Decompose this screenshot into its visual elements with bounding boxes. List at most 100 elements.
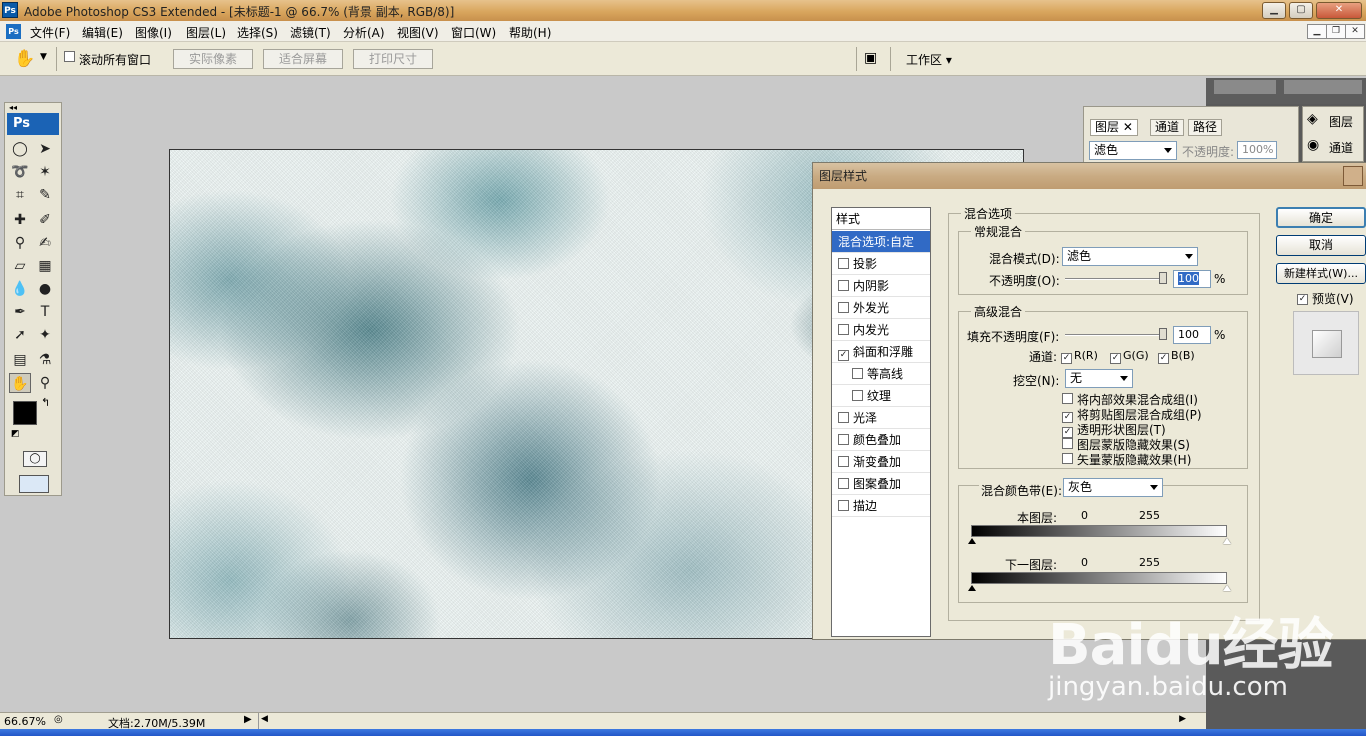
dodge-icon[interactable]: ● [34, 279, 56, 299]
screen-mode-icon[interactable] [19, 475, 49, 493]
layers-panel-icon[interactable]: ◈ [1307, 111, 1318, 127]
style-item-checkbox[interactable] [838, 434, 849, 445]
bridge-icon[interactable]: ▣ [864, 50, 877, 66]
tab-paths[interactable]: 路径 [1188, 119, 1223, 136]
checkbox-box[interactable] [1062, 393, 1073, 404]
crop-icon[interactable]: ⌗ [9, 185, 31, 205]
style-item-checkbox[interactable] [852, 390, 863, 401]
tab-channels[interactable]: 通道 [1150, 119, 1185, 136]
style-item-checkbox[interactable] [838, 324, 849, 335]
layer-opacity-field[interactable]: 100% [1237, 141, 1277, 159]
zoom-options-icon[interactable]: ◎ [54, 714, 63, 725]
channel-b-checkbox[interactable]: ✓ [1158, 349, 1169, 364]
menu-help[interactable]: 帮助(H) [509, 24, 551, 41]
status-menu-arrow-icon[interactable]: ▶ [244, 714, 252, 725]
notes-icon[interactable]: ▤ [9, 350, 31, 370]
tab-layers[interactable]: 图层 ✕ [1090, 119, 1138, 136]
style-item-checkbox[interactable] [838, 280, 849, 291]
layer-blend-mode-select[interactable]: 滤色 [1089, 141, 1177, 160]
style-item[interactable]: 图案叠加 [832, 473, 930, 495]
channel-r-checkbox[interactable]: ✓ [1061, 349, 1072, 364]
ok-button[interactable]: 确定 [1276, 207, 1366, 228]
minimize-icon[interactable]: ▁ [1262, 2, 1286, 19]
horizontal-scrollbar[interactable]: ◀ ▶ [258, 713, 1188, 729]
style-item[interactable]: 混合选项:自定 [832, 231, 930, 253]
cancel-button[interactable]: 取消 [1276, 235, 1366, 256]
menu-image[interactable]: 图像(I) [135, 24, 172, 41]
path-select-icon[interactable]: ➚ [9, 325, 31, 345]
opacity-slider[interactable] [1065, 278, 1165, 280]
dock-grip[interactable] [1284, 80, 1362, 94]
tool-preset-dropdown-icon[interactable]: ▼ [40, 52, 47, 62]
menu-window[interactable]: 窗口(W) [451, 24, 496, 41]
dock-grip[interactable] [1214, 80, 1276, 94]
doc-minimize-icon[interactable]: ▁ [1307, 24, 1327, 39]
style-item[interactable]: 内发光 [832, 319, 930, 341]
this-layer-white-slider[interactable] [1223, 538, 1231, 544]
style-item-checkbox[interactable] [838, 302, 849, 313]
fill-opacity-slider[interactable] [1065, 334, 1165, 336]
blend-mode-select[interactable]: 滤色 [1062, 247, 1198, 266]
style-item-checkbox[interactable] [838, 456, 849, 467]
style-item[interactable]: 纹理 [832, 385, 930, 407]
fill-opacity-slider-thumb[interactable] [1159, 328, 1167, 340]
menu-layer[interactable]: 图层(L) [186, 24, 226, 41]
toolbox-grip-icon[interactable]: ◂◂ [9, 103, 17, 112]
style-item[interactable]: 投影 [832, 253, 930, 275]
preview-checkbox[interactable]: ✓ [1297, 290, 1308, 305]
knockout-select[interactable]: 无 [1065, 369, 1133, 388]
healing-brush-icon[interactable]: ✚ [9, 210, 31, 230]
eyedropper-icon[interactable]: ⚗ [34, 350, 56, 370]
checkbox-box[interactable] [1062, 453, 1073, 464]
style-item-checkbox[interactable] [838, 412, 849, 423]
eraser-icon[interactable]: ▱ [9, 256, 31, 276]
actual-pixels-button[interactable]: 实际像素 [173, 49, 253, 69]
style-item-checkbox[interactable] [852, 368, 863, 379]
style-item[interactable]: ✓ 斜面和浮雕 [832, 341, 930, 363]
custom-shape-icon[interactable]: ✦ [34, 325, 56, 345]
type-icon[interactable]: T [34, 302, 56, 322]
pen-icon[interactable]: ✒ [9, 302, 31, 322]
style-item[interactable]: 等高线 [832, 363, 930, 385]
dialog-close-icon[interactable] [1343, 166, 1363, 186]
underlying-black-slider[interactable] [968, 585, 976, 591]
new-style-button[interactable]: 新建样式(W)... [1276, 263, 1366, 284]
channels-panel-icon[interactable]: ◉ [1307, 137, 1319, 153]
blend-if-select[interactable]: 灰色 [1063, 478, 1163, 497]
close-icon[interactable]: ✕ [1316, 2, 1362, 19]
marquee-icon[interactable]: ◯ [9, 139, 31, 159]
magic-wand-icon[interactable]: ✶ [34, 162, 56, 182]
side-channels-label[interactable]: 通道 [1329, 139, 1353, 156]
hand-icon[interactable]: ✋ [9, 373, 31, 393]
advanced-option-checkbox[interactable]: 矢量蒙版隐藏效果(H) [1062, 451, 1191, 468]
gradient-icon[interactable]: ▦ [34, 256, 56, 276]
channel-g-checkbox[interactable]: ✓ [1110, 349, 1121, 364]
move-tool-icon[interactable]: ➤ [34, 139, 56, 159]
swap-colors-icon[interactable]: ↰ [41, 396, 50, 409]
blur-icon[interactable]: 💧 [9, 279, 31, 299]
styles-header[interactable]: 样式 [832, 208, 930, 230]
scroll-left-icon[interactable]: ◀ [261, 714, 268, 724]
opacity-slider-thumb[interactable] [1159, 272, 1167, 284]
style-item[interactable]: 描边 [832, 495, 930, 517]
opacity-field[interactable]: 100 [1173, 270, 1211, 288]
menu-file[interactable]: 文件(F) [30, 24, 70, 41]
brush-icon[interactable]: ✐ [34, 210, 56, 230]
default-colors-icon[interactable]: ◩ [11, 429, 20, 439]
clone-stamp-icon[interactable]: ⚲ [9, 233, 31, 253]
menu-select[interactable]: 选择(S) [237, 24, 278, 41]
style-item[interactable]: 光泽 [832, 407, 930, 429]
style-item[interactable]: 颜色叠加 [832, 429, 930, 451]
checkbox-box[interactable] [1062, 438, 1073, 449]
menu-analysis[interactable]: 分析(A) [343, 24, 385, 41]
zoom-level[interactable]: 66.67% [4, 715, 46, 728]
workspace-menu[interactable]: 工作区 ▾ [906, 51, 952, 68]
print-size-button[interactable]: 打印尺寸 [353, 49, 433, 69]
style-item[interactable]: 渐变叠加 [832, 451, 930, 473]
style-item-checkbox[interactable] [838, 500, 849, 511]
hand-tool-icon[interactable]: ✋ [14, 49, 35, 69]
side-layers-label[interactable]: 图层 [1329, 113, 1353, 130]
doc-restore-icon[interactable]: ❐ [1326, 24, 1346, 39]
zoom-icon[interactable]: ⚲ [34, 373, 56, 393]
this-layer-black-slider[interactable] [968, 538, 976, 544]
